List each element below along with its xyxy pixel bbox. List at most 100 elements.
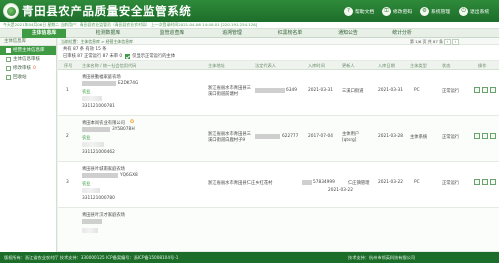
view-icon[interactable] — [482, 179, 488, 185]
sidebar-item-label: 经营主体信息库 — [13, 48, 45, 53]
table-row[interactable]: 3 青田县叶城南家庭农场 YQ6GX8 农业 331121000780 浙江省丽… — [58, 162, 499, 208]
page-info: 第 1/6 页 共 87 条 — [410, 38, 443, 44]
tab-statistics[interactable]: 统计分析 — [384, 29, 420, 38]
status-badge: 正常运行 — [442, 181, 460, 186]
subject-name[interactable]: 青田县叶城南家庭农场 — [82, 166, 125, 172]
sidebar-header: 主体信息库 — [0, 38, 56, 46]
table-row[interactable]: 2 青田本尚农业有限公司 ✪ 3Y5B07BH 农业 331121000462 … — [58, 116, 499, 162]
row-index: 3 — [66, 180, 69, 185]
count-summary: 共有 87 条 有效 15 条 — [63, 47, 107, 52]
update-date: 2021-03-28 — [378, 134, 403, 139]
tab-subject-library[interactable]: 主体信息库 — [22, 29, 66, 38]
help-icon: ? — [344, 6, 353, 16]
status-badge: 正常运行 — [442, 135, 460, 140]
subject-table: 序号 主体名称 / 统一社会信用代码 主体地址 法定代表人 入库时间 更新人 入… — [58, 61, 499, 252]
tab-testing-data[interactable]: 检测数据库 — [86, 29, 130, 38]
logout-button[interactable]: ⏻ 退出系统 — [459, 5, 489, 17]
col-index: 序号 — [64, 63, 73, 68]
edit-icon[interactable] — [474, 133, 480, 139]
masked-info — [82, 96, 102, 101]
tab-traceability[interactable]: 追溯管理 — [214, 29, 250, 38]
masked-info — [82, 228, 98, 233]
legal-id-redacted — [255, 134, 280, 139]
subject-name[interactable]: 青田县叶汉才家庭农场 — [82, 212, 125, 218]
sidebar-item-label: 修改审核 — [13, 66, 31, 71]
table-row[interactable]: 1 青田县勤福家庭农场 E2DK74G 农业 331121000781 浙江省丽… — [58, 70, 499, 116]
subject-address: 浙江省丽水市青田县三溪口街道前塘村 — [208, 86, 251, 97]
table-row[interactable]: 青田县叶汉才家庭农场 — [58, 208, 499, 252]
list-icon — [6, 57, 11, 62]
filter-toolbar: 共有 87 条 有效 15 条 已审核 87 正常运行 87 未审 0 仅显示正… — [58, 45, 499, 61]
sidebar-item-recycle-bin[interactable]: 回收站 — [0, 73, 56, 82]
subject-name[interactable]: 青田本尚农业有限公司 — [82, 120, 125, 126]
updater: 仁庄镇管理 — [348, 181, 370, 186]
tab-red-black-list[interactable]: 红黑榜名单 — [268, 29, 312, 38]
copyright-text: 版权所有：浙江省农业农村厅 技术支持：330000125 ICP备案编号：浙IC… — [4, 255, 179, 260]
view-icon[interactable] — [482, 87, 488, 93]
credit-code-redacted — [82, 173, 118, 178]
main-nav: 主体信息库 检测数据库 监管巡查库 追溯管理 红黑榜名单 通知公告 统计分析 — [0, 29, 499, 38]
only-active-checkbox[interactable] — [125, 53, 131, 59]
edit-icon[interactable] — [474, 179, 480, 185]
credit-code-tail: 3Y5B07BH — [112, 127, 135, 132]
sidebar-item-edit-review[interactable]: 修改审核 0 — [0, 64, 56, 73]
star-icon: ✪ — [130, 119, 135, 125]
tab-notices[interactable]: 通知公告 — [330, 29, 366, 38]
prev-page-button[interactable]: ‹ — [443, 38, 451, 45]
table-header: 序号 主体名称 / 统一社会信用代码 主体地址 法定代表人 入库时间 更新人 入… — [58, 61, 499, 70]
sidebar: 主体信息库 经营主体信息库 主体信息审核 修改审核 0 回收站 — [0, 38, 57, 252]
col-updater: 更新人 — [342, 63, 355, 68]
subject-type: 主体系统 — [410, 135, 428, 140]
delete-icon[interactable] — [490, 179, 496, 185]
system-logo — [3, 3, 19, 19]
status-summary: 已审核 87 正常运行 87 未审 0 仅显示正常运行的主体 — [63, 53, 175, 59]
col-address: 主体地址 — [208, 63, 225, 68]
system-admin-button[interactable]: ⚙ 系统管理 — [420, 5, 450, 17]
power-icon: ⏻ — [459, 6, 468, 16]
industry-tag: 农业 — [82, 90, 91, 95]
join-date: 2017-07-04 — [308, 134, 333, 139]
list-icon — [6, 66, 11, 71]
industry-tag: 农业 — [82, 136, 91, 141]
status-counts: 已审核 87 正常运行 87 未审 0 — [63, 54, 123, 59]
change-password-button[interactable]: ⚿ 修改密码 — [382, 5, 412, 17]
logout-label: 退出系统 — [470, 9, 490, 15]
status-badge: 正常运行 — [442, 89, 460, 94]
subject-phone: 331121000780 — [82, 196, 115, 201]
sidebar-item-label: 回收站 — [13, 75, 27, 80]
legal-id-tail: 622777 — [282, 134, 299, 139]
credit-code-tail: YQ6GX8 — [120, 173, 138, 178]
tab-inspection[interactable]: 监管巡查库 — [150, 29, 194, 38]
trash-icon — [6, 75, 11, 80]
legal-id-tail: 6349 — [286, 88, 297, 93]
col-join-date: 入库日期 — [378, 63, 395, 68]
page-footer: 版权所有：浙江省农业农村厅 技术支持：330000125 ICP备案编号：浙IC… — [0, 252, 499, 263]
tech-support-text: 技术支持：杭州市领英科技有限公司 — [348, 255, 416, 260]
update-date: 2021-03-22 — [378, 180, 403, 185]
subject-phone: 331121000781 — [82, 104, 115, 109]
system-admin-label: 系统管理 — [431, 9, 451, 15]
sidebar-item-subject-review[interactable]: 主体信息审核 — [0, 55, 56, 64]
sidebar-item-business-library[interactable]: 经营主体信息库 — [0, 46, 56, 55]
credit-code-tail: E2DK74G — [118, 81, 139, 86]
delete-icon[interactable] — [490, 133, 496, 139]
only-active-label: 仅显示正常运行的主体 — [132, 54, 176, 59]
delete-icon[interactable] — [490, 87, 496, 93]
key-icon: ⚿ — [382, 6, 391, 16]
updater: 三溪口街道 — [342, 89, 364, 94]
credit-code-redacted — [82, 127, 110, 132]
subject-name[interactable]: 青田县勤福家庭农场 — [82, 74, 121, 80]
user-info-bar: 今天是2021年04月06日 星期二 当前用户：青田县农业监管员（青田县农业农村… — [0, 22, 499, 29]
next-page-button[interactable]: › — [451, 38, 459, 45]
view-icon[interactable] — [482, 133, 488, 139]
subject-phone: 331121000462 — [82, 150, 115, 155]
help-docs-button[interactable]: ? 帮助文档 — [344, 5, 374, 17]
col-type: 主体类型 — [410, 63, 427, 68]
edit-icon[interactable] — [474, 87, 480, 93]
breadcrumb-bar: 当前位置：主体信息库 > 经营主体信息库 第 1/6 页 共 87 条 ‹ › — [58, 38, 499, 45]
system-title: 青田县农产品质量安全监管系统 — [22, 4, 192, 18]
main-content: 当前位置：主体信息库 > 经营主体信息库 第 1/6 页 共 87 条 ‹ › … — [58, 38, 499, 252]
updater: 主体用户 [qtsrg] — [342, 132, 360, 143]
pending-count-badge: 0 — [33, 66, 36, 71]
sidebar-item-label: 主体信息审核 — [13, 57, 40, 62]
